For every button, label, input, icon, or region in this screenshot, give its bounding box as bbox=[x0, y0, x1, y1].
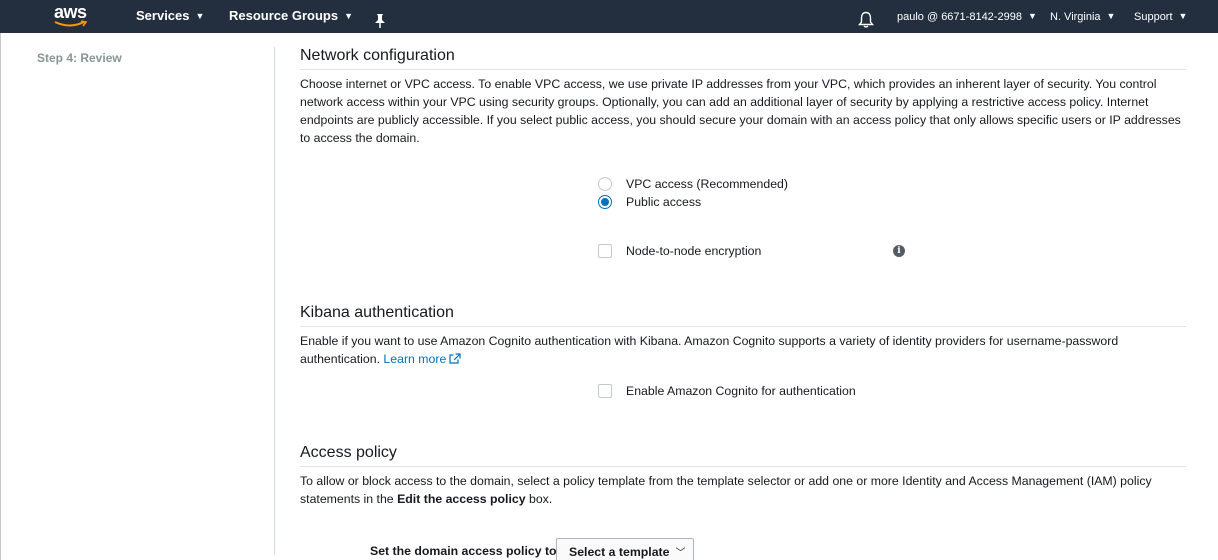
access-policy-title: Access policy bbox=[300, 444, 397, 461]
sidebar-divider bbox=[274, 47, 275, 555]
checkbox[interactable] bbox=[598, 384, 612, 398]
learn-more-label: Learn more bbox=[383, 352, 447, 366]
wizard-sidebar: Step 4: Review bbox=[0, 33, 275, 560]
region-label: N. Virginia bbox=[1050, 11, 1101, 23]
learn-more-link[interactable]: Learn more bbox=[383, 352, 461, 366]
top-nav-bar: aws Services ▼ Resource Groups ▼ paulo @ 6… bbox=[0, 0, 1218, 33]
enable-cognito-label: Enable Amazon Cognito for authentication bbox=[626, 384, 856, 398]
kibana-authentication-title: Kibana authentication bbox=[300, 304, 454, 321]
support-menu[interactable]: Support ▼ bbox=[1134, 0, 1187, 33]
chevron-down-icon: ▼ bbox=[1178, 11, 1188, 21]
vpc-access-label: VPC access (Recommended) bbox=[626, 177, 788, 191]
select-template-label: Select a template bbox=[569, 545, 670, 559]
edit-access-policy-emphasis: Edit the access policy bbox=[397, 492, 526, 506]
chevron-down-icon: ﹀ bbox=[675, 548, 686, 559]
network-description: Choose internet or VPC access. To enable… bbox=[300, 77, 1181, 145]
public-access-radio[interactable]: Public access bbox=[598, 193, 701, 211]
account-label: paulo @ 6671-8142-2998 bbox=[897, 11, 1022, 23]
external-link-icon bbox=[449, 353, 461, 364]
radio-button-selected[interactable] bbox=[598, 195, 612, 209]
chevron-down-icon: ▼ bbox=[1027, 11, 1037, 21]
set-access-policy-label: Set the domain access policy to bbox=[370, 544, 557, 558]
kibana-description: Enable if you want to use Amazon Cognito… bbox=[300, 332, 1186, 368]
access-policy-description: To allow or block access to the domain, … bbox=[300, 472, 1186, 508]
notifications-bell-icon[interactable] bbox=[858, 8, 874, 28]
radio-button[interactable] bbox=[598, 177, 612, 191]
aws-logo-text: aws bbox=[54, 2, 87, 22]
account-menu[interactable]: paulo @ 6671-8142-2998 ▼ bbox=[897, 0, 1037, 33]
services-menu[interactable]: Services ▼ bbox=[136, 0, 204, 33]
access-policy-description-end: box. bbox=[529, 492, 553, 506]
network-configuration-title: Network configuration bbox=[300, 47, 455, 64]
region-menu[interactable]: N. Virginia ▼ bbox=[1050, 0, 1115, 33]
vpc-access-radio[interactable]: VPC access (Recommended) bbox=[598, 175, 788, 193]
section-divider bbox=[300, 466, 1186, 467]
enable-cognito-checkbox[interactable]: Enable Amazon Cognito for authentication bbox=[598, 382, 856, 400]
chevron-down-icon: ▼ bbox=[195, 11, 205, 21]
node-to-node-encryption-checkbox[interactable]: Node-to-node encryption bbox=[598, 242, 761, 260]
chevron-down-icon: ▼ bbox=[1106, 11, 1116, 21]
node-to-node-encryption-label: Node-to-node encryption bbox=[626, 244, 762, 258]
aws-smile-icon bbox=[54, 20, 88, 27]
support-label: Support bbox=[1134, 11, 1173, 23]
pin-icon[interactable] bbox=[373, 9, 387, 28]
select-template-dropdown[interactable]: Select a template ﹀ bbox=[556, 538, 694, 560]
aws-logo[interactable]: aws bbox=[54, 2, 88, 30]
resource-groups-label: Resource Groups bbox=[229, 8, 339, 23]
section-divider bbox=[300, 326, 1186, 327]
services-label: Services bbox=[136, 8, 190, 23]
checkbox[interactable] bbox=[598, 244, 612, 258]
chevron-down-icon: ▼ bbox=[344, 11, 354, 21]
sidebar-step-review[interactable]: Step 4: Review bbox=[37, 51, 122, 65]
resource-groups-menu[interactable]: Resource Groups ▼ bbox=[229, 0, 353, 33]
info-icon[interactable]: i bbox=[893, 245, 905, 257]
section-divider bbox=[300, 69, 1186, 70]
public-access-label: Public access bbox=[626, 195, 702, 209]
